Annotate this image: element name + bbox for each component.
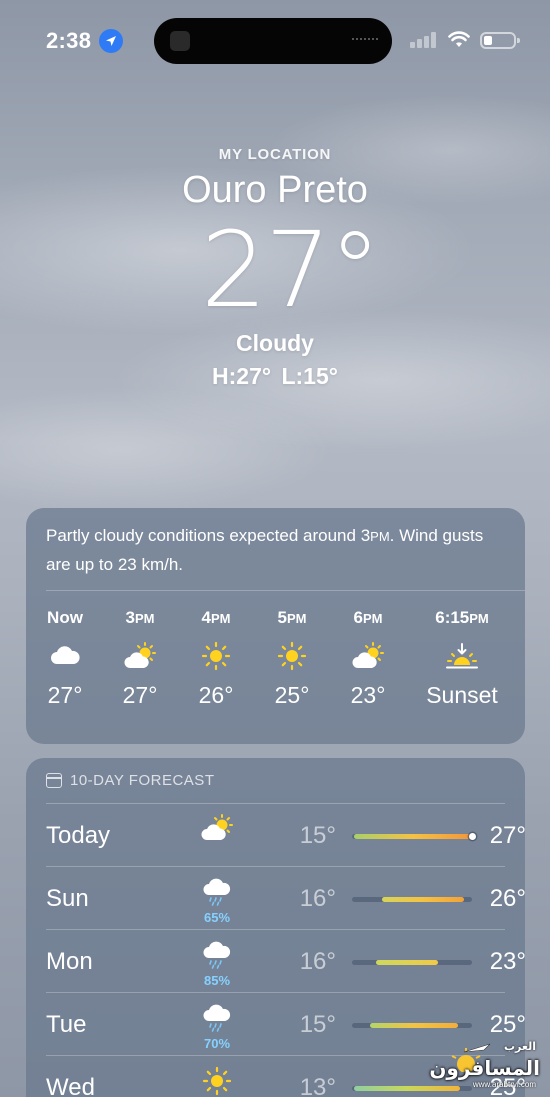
cellular-signal-icon xyxy=(410,32,436,48)
high-low-text: H:27° L:15° xyxy=(212,363,338,389)
forecast-row[interactable]: Today 15° 27° xyxy=(46,804,526,866)
battery-icon xyxy=(480,32,520,49)
dots-indicator xyxy=(352,38,378,42)
forecast-row[interactable]: Mon 85% 16° 23° xyxy=(46,930,526,992)
rain-cloud-icon: 70% xyxy=(191,1003,243,1051)
day-label: Wed xyxy=(46,1074,95,1097)
temperature-range-bar xyxy=(352,1023,472,1028)
calendar-icon xyxy=(46,773,62,788)
forecast-header: 10-DAY FORECAST xyxy=(46,772,214,789)
day-label: Tue xyxy=(46,1011,87,1038)
temperature-range-bar xyxy=(352,960,472,965)
divider xyxy=(46,803,505,804)
precip-chance: 70% xyxy=(203,1036,231,1051)
hour-column: Now 27° xyxy=(25,608,105,709)
low-temperature: 13° xyxy=(299,1074,336,1097)
partly-cloudy-icon xyxy=(191,814,243,847)
day-label: Sun xyxy=(46,885,89,912)
temperature-range-bar xyxy=(352,897,472,902)
day-label: Mon xyxy=(46,948,93,975)
rain-cloud-icon: 85% xyxy=(191,940,243,988)
sun-icon xyxy=(176,636,256,676)
hour-label: 6PM xyxy=(353,608,383,627)
hour-temperature: Sunset xyxy=(426,682,498,708)
hour-label: Now xyxy=(47,608,83,627)
my-location-label: MY LOCATION xyxy=(218,146,332,163)
low-temperature: 15° xyxy=(299,822,336,849)
speaker-icon xyxy=(170,31,190,51)
hour-temperature: 23° xyxy=(350,682,386,708)
current-weather-header: MY LOCATION Ouro Preto 27° Cloudy H:27° … xyxy=(0,146,550,390)
temperature-range-fill xyxy=(370,1023,458,1028)
temperature-range-fill xyxy=(376,960,439,965)
high-temperature: 26° xyxy=(489,885,526,912)
cloud-icon xyxy=(25,636,105,676)
temperature-range-fill xyxy=(354,834,472,839)
hour-label: 3PM xyxy=(125,608,155,627)
low-temperature: 16° xyxy=(299,948,336,975)
condition-text: Cloudy xyxy=(236,330,314,356)
high-temperature: 27° xyxy=(489,822,526,849)
location-arrow-icon xyxy=(99,29,123,53)
high-temperature: 25° xyxy=(489,1011,526,1038)
rain-cloud-icon: 65% xyxy=(191,877,243,925)
precip-chance: 65% xyxy=(203,910,231,925)
current-temperature: 27° xyxy=(200,209,381,331)
hour-temperature: 25° xyxy=(274,682,310,708)
partly-cloudy-icon xyxy=(328,636,408,676)
hour-temperature: 26° xyxy=(198,682,234,708)
dynamic-island xyxy=(154,18,392,64)
hour-label: 4PM xyxy=(201,608,231,627)
forecast-row[interactable]: Tue 70% 15° 25° xyxy=(46,993,526,1055)
divider xyxy=(46,590,525,591)
clock: 2:38 xyxy=(46,28,92,53)
hour-column: 6:15PM Sunset xyxy=(412,608,512,709)
temperature-range-fill xyxy=(382,897,464,902)
hour-temperature: 27° xyxy=(47,682,83,708)
sunset-icon xyxy=(412,636,512,676)
high-temperature: 23° xyxy=(489,948,526,975)
hourly-strip[interactable]: Now 27° 3PM 27° 4PM 26° 5PM 25° 6PM 23° 6:15PM Suns… xyxy=(26,608,525,728)
hour-column: 6PM 23° xyxy=(328,608,408,709)
hourly-forecast-card[interactable]: Partly cloudy conditions expected around… xyxy=(26,508,525,744)
partly-cloudy-icon xyxy=(100,636,180,676)
watermark-logo: العرب المسافرون www.arabtrvl.com xyxy=(429,1040,540,1089)
sun-icon xyxy=(252,636,332,676)
city-name: Ouro Preto xyxy=(182,169,368,211)
forecast-title: 10-DAY FORECAST xyxy=(70,772,215,789)
sun-icon xyxy=(191,1066,243,1097)
hour-temperature: 27° xyxy=(122,682,158,708)
low-temperature: 16° xyxy=(299,885,336,912)
hour-label: 6:15PM xyxy=(435,608,489,627)
forecast-row[interactable]: Sun 65% 16° 26° xyxy=(46,867,526,929)
hour-column: 5PM 25° xyxy=(252,608,332,709)
hour-label: 5PM xyxy=(277,608,307,627)
temperature-range-bar xyxy=(352,833,476,840)
day-label: Today xyxy=(46,822,111,849)
hour-column: 3PM 27° xyxy=(100,608,180,709)
wifi-icon xyxy=(448,31,470,47)
status-bar: 2:38 xyxy=(0,0,550,80)
conditions-summary: Partly cloudy conditions expected around… xyxy=(46,526,484,574)
low-temperature: 15° xyxy=(299,1011,336,1038)
precip-chance: 85% xyxy=(203,973,231,988)
hour-column: 4PM 26° xyxy=(176,608,256,709)
